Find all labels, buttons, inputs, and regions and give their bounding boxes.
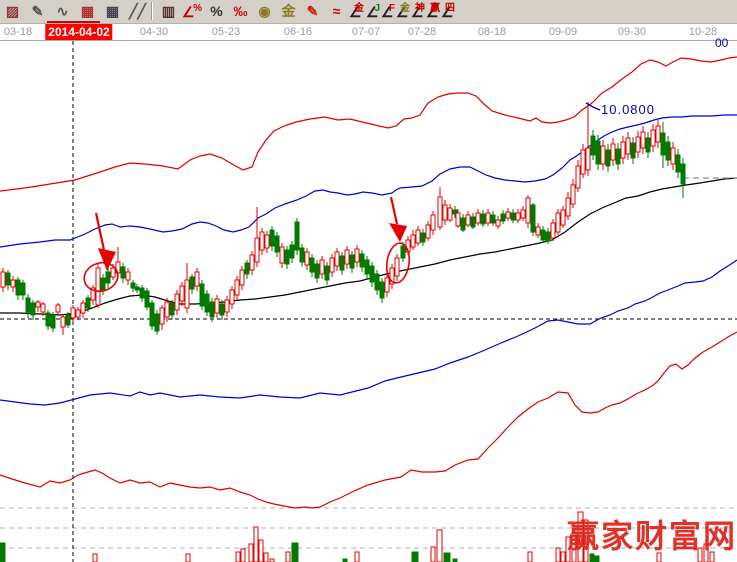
ying-diagonal-tool[interactable]: ∠赢 [426,1,441,21]
gold-ma-tool[interactable]: 金 [278,1,299,21]
price-scale-tool[interactable]: ▥ [158,1,179,21]
wave-a-tool[interactable]: ≈ [326,1,347,21]
date-label: 03-18 [4,26,32,38]
gold-diagonal-tool[interactable]: ∠金 [349,1,365,21]
pencil-lines-tool[interactable]: ✎ [27,1,48,21]
watermark-text: 赢家财富网 [567,511,737,557]
date-label: 07-28 [408,26,436,38]
price-flag-label: 10.0800 [601,102,655,117]
date-label: 05-23 [212,26,240,38]
shen-diagonal-tool[interactable]: ∠神 [411,1,426,21]
chart-svg [0,41,737,562]
date-label: 09-30 [618,26,646,38]
date-label: 08-18 [478,26,506,38]
band-lower-blue [0,260,737,405]
date-label: 04-30 [140,26,168,38]
grid-red-tool[interactable]: ▦ [77,1,98,21]
si-diagonal-tool[interactable]: ∠四 [441,1,456,21]
active-tool-underline [47,21,100,23]
selected-date-label: 2014-04-02 [45,24,112,40]
parallel-lines-tool[interactable]: ╱╱ [127,1,148,21]
percent-diagonal-tool[interactable]: ∠% [182,1,203,21]
chart-canvas[interactable] [0,41,737,562]
grid-arrow-tool[interactable]: ▦ [102,1,123,21]
band-mid-black [0,178,737,315]
down-arrow-annotation [389,223,407,242]
date-label: 07-07 [352,26,380,38]
date-label: 09-09 [549,26,577,38]
band-lower-red [0,332,737,508]
brush-tool[interactable]: ✎ [302,1,323,21]
toolbar: ▨✎∿▦▦╱╱▥∠%%‰◉金✎≈∠金∠J∠F∠金∠神∠赢∠四 [0,0,737,24]
corner-partial-price: 00 [715,36,728,50]
app-window: { "colors":{ "up":"#e60000","down":"#007… [0,0,737,562]
jin-diagonal-tool[interactable]: ∠金 [396,1,411,21]
hatch-flag-tool[interactable]: ▨ [2,1,23,21]
date-label: 10-28 [689,26,717,38]
toolbar-separator [151,2,152,20]
date-axis: 03-18 2014-04-02 04-30 05-23 06-16 07-07 07-28… [0,24,737,41]
zigzag-wave-tool[interactable]: ∿ [52,1,73,21]
percent-tool[interactable]: % [206,1,227,21]
date-label: 06-16 [284,26,312,38]
f-diagonal-tool[interactable]: ∠F [381,1,396,21]
percent-lines-tool[interactable]: ‰ [230,1,251,21]
band-upper-blue [0,115,737,247]
band-upper-red [0,57,737,191]
gold-coin-tool[interactable]: ◉ [254,1,275,21]
j-diagonal-tool[interactable]: ∠J [366,1,381,21]
